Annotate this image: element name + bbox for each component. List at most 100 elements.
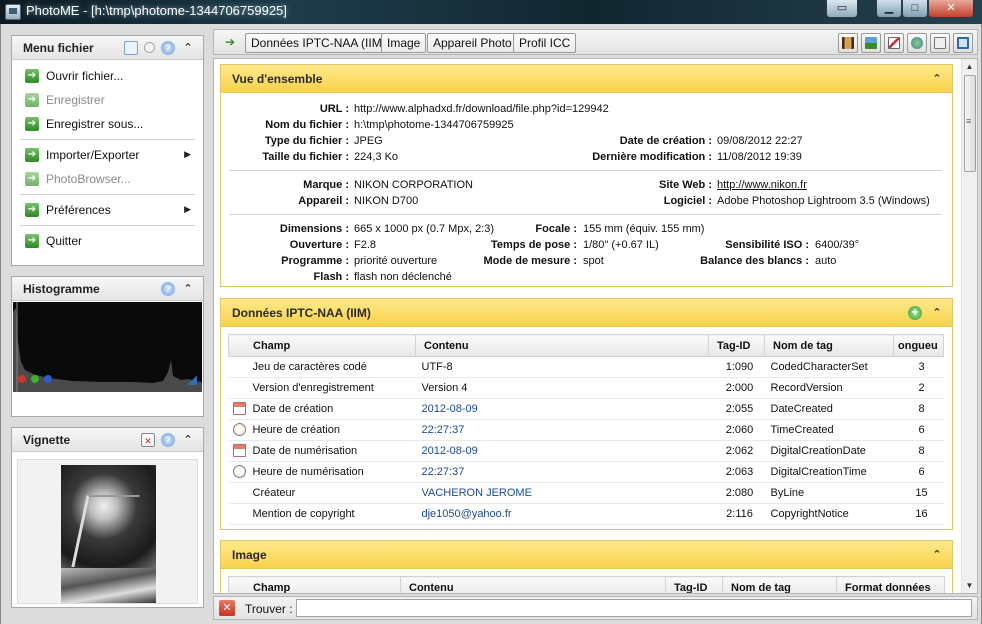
table-row[interactable]: Heure de numérisation 22:27:37 2:063 Dig… bbox=[228, 461, 944, 483]
column-header-tag-name[interactable]: Nom de tag bbox=[722, 576, 837, 593]
flash-label: Flash : bbox=[313, 271, 349, 283]
thumbnail-image bbox=[61, 465, 156, 603]
help-icon[interactable]: ? bbox=[161, 433, 175, 447]
content-cell: UTF-8 bbox=[415, 356, 709, 378]
column-header-length[interactable]: ongueu bbox=[893, 334, 944, 357]
field-cell: Date de numérisation bbox=[252, 445, 358, 457]
column-header-tag-id[interactable]: Tag-ID bbox=[708, 334, 765, 357]
filmstrip-icon[interactable] bbox=[838, 33, 858, 53]
filename-value: h:\tmp\photome-1344706759925 bbox=[354, 119, 514, 131]
menu-item-import-export[interactable]: ➔ Importer/Exporter ▶ bbox=[12, 143, 203, 167]
maximize-button[interactable]: □ bbox=[902, 0, 928, 18]
scroll-up-icon[interactable]: ▲ bbox=[962, 59, 977, 74]
image-section: Image ⌃ Champ Contenu Tag-ID Nom de tag … bbox=[220, 540, 953, 593]
close-find-icon[interactable]: ✕ bbox=[219, 600, 235, 616]
length-cell: 8 bbox=[893, 398, 944, 420]
column-header-tag-name[interactable]: Nom de tag bbox=[764, 334, 894, 357]
copy-icon[interactable] bbox=[124, 41, 138, 55]
minimize-button[interactable]: ▁ bbox=[876, 0, 902, 18]
menu-separator bbox=[20, 139, 195, 140]
tab-iptc[interactable]: Données IPTC-NAA (IIM) bbox=[245, 33, 392, 53]
help-icon[interactable]: ? bbox=[161, 282, 175, 296]
table-row[interactable]: Mention de copyright dje1050@yahoo.fr 2:… bbox=[228, 503, 944, 525]
clock-icon bbox=[232, 465, 246, 478]
image-header[interactable]: Image ⌃ bbox=[221, 541, 952, 569]
modified-value: 11/08/2012 19:39 bbox=[717, 151, 802, 163]
green-arrow-icon: ➔ bbox=[25, 69, 39, 83]
calendar-icon bbox=[232, 444, 246, 457]
column-header-tag-id[interactable]: Tag-ID bbox=[665, 576, 723, 593]
website-link[interactable]: http://www.nikon.fr bbox=[717, 179, 807, 191]
histogram-title: Histogramme bbox=[23, 282, 100, 296]
menu-item-quit[interactable]: ➔ Quitter bbox=[12, 229, 203, 253]
restore-side-button[interactable]: ▭ bbox=[826, 0, 858, 18]
fullscreen-icon[interactable] bbox=[953, 33, 973, 53]
delete-thumbnail-icon[interactable]: ✕ bbox=[141, 433, 155, 447]
field-cell: Date de création bbox=[252, 403, 334, 415]
collapse-icon[interactable]: ⌃ bbox=[930, 548, 944, 562]
file-menu-list: ➔ Ouvrir fichier... ➔ Enregistrer ➔ Enregis… bbox=[12, 60, 203, 257]
length-cell: 6 bbox=[893, 419, 944, 441]
tag-id-cell: 2:063 bbox=[708, 461, 765, 483]
overview-section: Vue d'ensemble ⌃ URL : http://www.alphad… bbox=[220, 64, 953, 287]
table-row[interactable]: Créateur VACHERON JEROME 2:080 ByLine 15 bbox=[228, 482, 944, 504]
field-cell: Heure de numérisation bbox=[252, 466, 364, 478]
table-row[interactable]: Jeu de caractères codé UTF-8 1:090 Coded… bbox=[228, 356, 944, 378]
magnifier-icon[interactable] bbox=[144, 42, 155, 53]
scrollbar-thumb[interactable] bbox=[964, 75, 976, 172]
image-table: Champ Contenu Tag-ID Nom de tag Format d… bbox=[228, 576, 945, 593]
vertical-scrollbar[interactable]: ▲ ▼ bbox=[961, 59, 977, 593]
table-row[interactable]: Version d'enregistrement Version 4 2:000… bbox=[228, 377, 944, 399]
thumbnail-frame bbox=[17, 459, 198, 604]
filename-label: Nom du fichier : bbox=[265, 119, 349, 131]
collapse-icon[interactable]: ⌃ bbox=[930, 72, 944, 86]
iptc-header[interactable]: Données IPTC-NAA (IIM) + ⌃ bbox=[221, 299, 952, 327]
edit-icon[interactable] bbox=[884, 33, 904, 53]
focal-value: 155 mm (équiv. 155 mm) bbox=[583, 223, 705, 235]
table-row[interactable]: Date de création 2012-08-09 2:055 DateCr… bbox=[228, 398, 944, 420]
find-label: Trouver : bbox=[245, 602, 293, 616]
collapse-icon[interactable]: ⌃ bbox=[930, 306, 944, 320]
menu-item-preferences[interactable]: ➔ Préférences ▶ bbox=[12, 198, 203, 222]
website-label: Site Web : bbox=[659, 179, 712, 191]
menu-separator bbox=[20, 225, 195, 226]
help-icon[interactable]: ? bbox=[161, 41, 175, 55]
globe-icon[interactable] bbox=[907, 33, 927, 53]
menu-item-photobrowser[interactable]: ➔ PhotoBrowser... bbox=[12, 167, 203, 191]
collapse-icon[interactable]: ⌃ bbox=[181, 433, 195, 447]
field-cell: Mention de copyright bbox=[228, 503, 416, 525]
scroll-down-icon[interactable]: ▼ bbox=[962, 578, 977, 593]
menu-item-save-as[interactable]: ➔ Enregistrer sous... bbox=[12, 112, 203, 136]
close-window-button[interactable]: ✕ bbox=[928, 0, 974, 18]
collapse-icon[interactable]: ⌃ bbox=[181, 282, 195, 296]
find-input[interactable] bbox=[296, 599, 972, 617]
column-header-content[interactable]: Contenu bbox=[400, 576, 666, 593]
menu-item-open[interactable]: ➔ Ouvrir fichier... bbox=[12, 64, 203, 88]
tab-camera[interactable]: Appareil Photo bbox=[427, 33, 518, 53]
image-section-title: Image bbox=[232, 548, 267, 562]
menu-item-save[interactable]: ➔ Enregistrer bbox=[12, 88, 203, 112]
column-header-data-format[interactable]: Format données bbox=[836, 576, 945, 593]
column-header-field[interactable]: Champ bbox=[228, 576, 401, 593]
blue-channel-toggle[interactable] bbox=[44, 375, 52, 383]
picture-icon[interactable] bbox=[861, 33, 881, 53]
add-icon[interactable]: + bbox=[908, 306, 922, 320]
red-channel-toggle[interactable] bbox=[18, 375, 26, 383]
collapse-icon[interactable]: ⌃ bbox=[181, 41, 195, 55]
column-header-content[interactable]: Contenu bbox=[415, 334, 709, 357]
tab-icc-profile[interactable]: Profil ICC bbox=[513, 33, 577, 53]
content-cell: dje1050@yahoo.fr bbox=[415, 503, 709, 525]
table-row[interactable]: Date de numérisation 2012-08-09 2:062 Di… bbox=[228, 440, 944, 462]
calendar-icon bbox=[232, 402, 246, 415]
green-channel-toggle[interactable] bbox=[31, 375, 39, 383]
column-header-field[interactable]: Champ bbox=[228, 334, 416, 357]
green-arrow-icon: ➔ bbox=[25, 234, 39, 248]
details-pane[interactable]: Vue d'ensemble ⌃ URL : http://www.alphad… bbox=[213, 58, 978, 594]
focal-label: Focale : bbox=[535, 223, 577, 235]
tab-image[interactable]: Image bbox=[381, 33, 427, 53]
overview-header[interactable]: Vue d'ensemble ⌃ bbox=[221, 65, 952, 93]
print-preview-icon[interactable] bbox=[930, 33, 950, 53]
table-row[interactable]: Heure de création 22:27:37 2:060 TimeCre… bbox=[228, 419, 944, 441]
field-cell: Version d'enregistrement bbox=[228, 377, 416, 399]
histogram-resize-icon[interactable] bbox=[187, 375, 197, 385]
